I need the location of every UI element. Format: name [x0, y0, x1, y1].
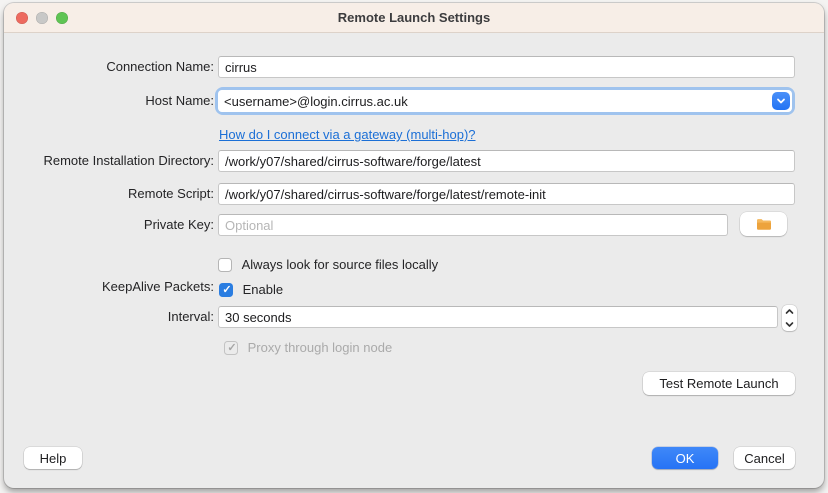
private-key-label: Private Key: — [143, 217, 214, 232]
proxy-checkbox-label: Proxy through login node — [247, 340, 393, 355]
connection-name-input[interactable] — [218, 56, 795, 78]
keepalive-packets-label: KeepAlive Packets: — [101, 279, 214, 294]
window-title: Remote Launch Settings — [337, 10, 491, 25]
chevron-down-icon — [785, 322, 794, 327]
source-files-checkbox-row: Always look for source files locally — [218, 257, 438, 273]
close-button[interactable] — [16, 12, 28, 24]
zoom-button[interactable] — [56, 12, 68, 24]
host-name-label: Host Name: — [145, 93, 214, 108]
traffic-lights — [16, 12, 68, 24]
stepper-down-button[interactable] — [782, 318, 797, 331]
proxy-checkbox-row: Proxy through login node — [224, 340, 392, 356]
stepper-up-button[interactable] — [782, 305, 797, 318]
proxy-checkbox — [224, 341, 239, 356]
ok-button[interactable]: OK — [652, 447, 718, 469]
source-files-checkbox[interactable] — [218, 258, 232, 272]
remote-script-input[interactable] — [218, 183, 795, 205]
title-bar: Remote Launch Settings — [4, 3, 824, 33]
gateway-help-link[interactable]: How do I connect via a gateway (multi-ho… — [219, 127, 476, 142]
interval-label: Interval: — [167, 309, 214, 324]
remote-script-label: Remote Script: — [128, 186, 214, 201]
keepalive-enable-label: Enable — [242, 282, 284, 297]
keepalive-enable-checkbox[interactable] — [219, 283, 234, 298]
chevron-up-icon — [785, 309, 794, 314]
cancel-button[interactable]: Cancel — [734, 447, 795, 469]
private-key-input[interactable] — [218, 214, 728, 236]
help-button[interactable]: Help — [24, 447, 82, 469]
interval-input[interactable] — [218, 306, 778, 328]
remote-installation-directory-input[interactable] — [218, 150, 795, 172]
keepalive-enable-row: Enable — [219, 282, 283, 298]
host-name-input[interactable] — [218, 90, 792, 112]
remote-launch-settings-dialog: Remote Launch Settings Connection Name: … — [4, 3, 824, 488]
connection-name-label: Connection Name: — [106, 59, 214, 74]
host-name-combobox[interactable] — [215, 87, 795, 115]
minimize-button — [36, 12, 48, 24]
test-remote-launch-button[interactable]: Test Remote Launch — [643, 372, 795, 395]
private-key-browse-button[interactable] — [740, 212, 787, 236]
folder-icon — [756, 218, 771, 230]
interval-stepper[interactable] — [782, 305, 797, 331]
source-files-checkbox-label: Always look for source files locally — [241, 257, 439, 272]
chevron-down-icon — [777, 98, 785, 104]
host-name-dropdown-button[interactable] — [772, 92, 790, 110]
remote-installation-directory-label: Remote Installation Directory: — [43, 153, 214, 168]
